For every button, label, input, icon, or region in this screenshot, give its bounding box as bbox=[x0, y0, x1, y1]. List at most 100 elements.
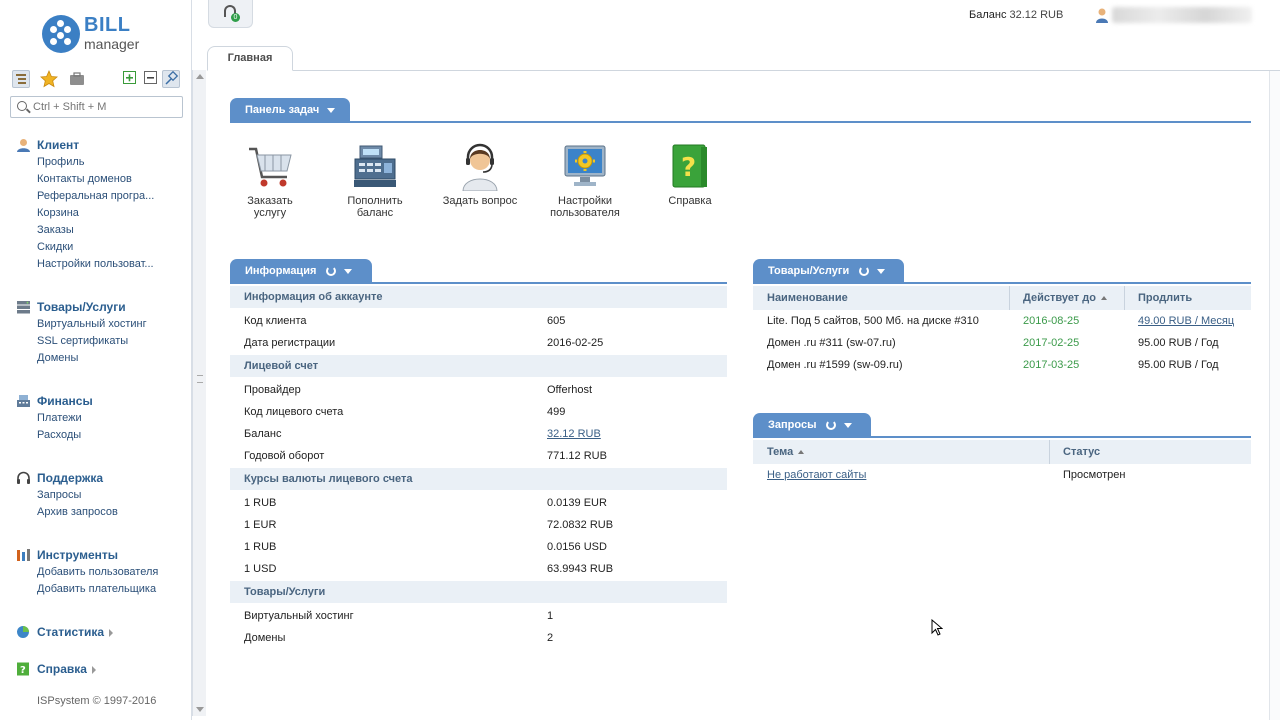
dropdown-caret-icon[interactable] bbox=[327, 107, 336, 113]
nav-item-discounts[interactable]: Скидки bbox=[16, 239, 186, 256]
briefcase-icon[interactable] bbox=[68, 70, 86, 88]
expand-all-icon[interactable] bbox=[122, 70, 140, 88]
cash-register-icon bbox=[352, 143, 398, 191]
dropdown-caret-icon[interactable] bbox=[344, 268, 353, 274]
collapse-all-icon[interactable] bbox=[143, 70, 161, 88]
nav-head-statistics[interactable]: Статистика bbox=[16, 623, 186, 641]
col-subject[interactable]: Тема bbox=[753, 440, 1050, 464]
refresh-icon[interactable] bbox=[326, 266, 337, 277]
nav-item-payments[interactable]: Платежи bbox=[16, 410, 186, 427]
main-scrollbar[interactable] bbox=[1269, 71, 1280, 720]
task-help[interactable]: ? Справка bbox=[645, 143, 735, 207]
table-row[interactable]: Домен .ru #311 (sw-07.ru) 2017-02-25 95.… bbox=[753, 332, 1251, 354]
topbar: 0 Баланс 32.12 RUB Главная bbox=[192, 0, 1280, 71]
nav-item-ssl[interactable]: SSL сертификаты bbox=[16, 333, 186, 350]
scroll-down-arrow-icon[interactable] bbox=[196, 707, 204, 712]
balance-display: Баланс 32.12 RUB bbox=[969, 9, 1063, 21]
task-order-service[interactable]: Заказать услугу bbox=[225, 143, 315, 219]
sidebar-toolbar bbox=[12, 69, 182, 90]
nav-item-domain-contacts[interactable]: Контакты доменов bbox=[16, 171, 186, 188]
info-panel-divider bbox=[230, 282, 727, 284]
sidebar-scrollbar[interactable] bbox=[192, 70, 206, 716]
info-row-virtual-hosting: Виртуальный хостинг 1 bbox=[244, 610, 554, 622]
refresh-icon[interactable] bbox=[826, 420, 837, 431]
nav-group-support: Поддержка Запросы Архив запросов bbox=[16, 469, 186, 521]
nav-item-orders[interactable]: Заказы bbox=[16, 222, 186, 239]
headset-icon bbox=[16, 471, 31, 485]
info-row-rate: 1 RUB 0.0139 EUR bbox=[244, 497, 607, 509]
nav-item-requests[interactable]: Запросы bbox=[16, 487, 186, 504]
support-headset-button[interactable]: 0 bbox=[208, 0, 253, 28]
nav-item-expenses[interactable]: Расходы bbox=[16, 427, 186, 444]
nav-item-domains[interactable]: Домены bbox=[16, 350, 186, 367]
notification-badge: 0 bbox=[231, 13, 240, 22]
nav-item-cart[interactable]: Корзина bbox=[16, 205, 186, 222]
task-top-up-balance[interactable]: Пополнить баланс bbox=[330, 143, 420, 219]
requests-panel-divider bbox=[753, 436, 1251, 438]
request-subject-link[interactable]: Не работают сайты bbox=[767, 464, 866, 486]
nav-head-tools[interactable]: Инструменты bbox=[16, 546, 186, 564]
balance-label: Баланс bbox=[969, 9, 1007, 21]
copyright: ISPsystem © 1997-2016 bbox=[37, 695, 157, 707]
services-panel-header[interactable]: Товары/Услуги bbox=[753, 259, 904, 283]
task-user-settings[interactable]: Настройки пользователя bbox=[540, 143, 630, 219]
user-icon bbox=[16, 138, 31, 152]
favorites-star-icon[interactable] bbox=[40, 69, 58, 88]
task-panel-header[interactable]: Панель задач bbox=[230, 98, 350, 122]
logo-text-manager: manager bbox=[84, 36, 140, 52]
user-avatar-icon[interactable] bbox=[1095, 7, 1109, 23]
scroll-up-arrow-icon[interactable] bbox=[196, 74, 204, 79]
col-valid-until[interactable]: Действует до bbox=[1009, 286, 1125, 310]
info-row-rate: 1 USD 63.9943 RUB bbox=[244, 563, 614, 575]
table-row[interactable]: Домен .ru #1599 (sw-09.ru) 2017-03-25 95… bbox=[753, 354, 1251, 376]
sidebar-search-input[interactable] bbox=[33, 99, 178, 115]
nav-item-referral[interactable]: Реферальная програ... bbox=[16, 188, 186, 205]
nav-item-user-settings[interactable]: Настройки пользоват... bbox=[16, 256, 186, 273]
nav-item-profile[interactable]: Профиль bbox=[16, 154, 186, 171]
table-row[interactable]: Не работают сайты Просмотрен bbox=[753, 464, 1251, 486]
nav-item-requests-archive[interactable]: Архив запросов bbox=[16, 504, 186, 521]
dropdown-caret-icon[interactable] bbox=[844, 422, 853, 428]
info-group-account: Информация об аккаунте bbox=[230, 286, 727, 308]
nav-item-add-user[interactable]: Добавить пользователя bbox=[16, 564, 186, 581]
table-row[interactable]: Lite. Под 5 сайтов, 500 Мб. на диске #31… bbox=[753, 310, 1251, 332]
nav-head-finance[interactable]: Финансы bbox=[16, 392, 186, 410]
nav-group-services: Товары/Услуги Виртуальный хостинг SSL се… bbox=[16, 298, 186, 367]
nav-head-client[interactable]: Клиент bbox=[16, 136, 186, 154]
sidebar-search[interactable] bbox=[10, 96, 183, 118]
cash-register-icon bbox=[16, 394, 31, 408]
requests-table-header: Тема Статус bbox=[753, 440, 1251, 464]
nav-head-help[interactable]: ? Справка bbox=[16, 660, 186, 678]
services-table-header: Наименование Действует до Продлить bbox=[753, 286, 1251, 310]
dropdown-caret-icon[interactable] bbox=[877, 268, 886, 274]
nav-head-services[interactable]: Товары/Услуги bbox=[16, 298, 186, 316]
nav-group-client: Клиент Профиль Контакты доменов Рефераль… bbox=[16, 136, 186, 273]
info-panel-header[interactable]: Информация bbox=[230, 259, 372, 283]
billmanager-logo[interactable]: BILL manager bbox=[42, 14, 162, 58]
pin-icon[interactable] bbox=[162, 70, 180, 88]
svg-text:?: ? bbox=[681, 153, 696, 183]
task-ask-question[interactable]: Задать вопрос bbox=[435, 143, 525, 207]
tab-main[interactable]: Главная bbox=[207, 46, 293, 71]
mouse-cursor-icon bbox=[931, 618, 944, 637]
info-row-rate: 1 RUB 0.0156 USD bbox=[244, 541, 607, 553]
nav-group-finance: Финансы Платежи Расходы bbox=[16, 392, 186, 444]
col-name[interactable]: Наименование bbox=[753, 286, 1010, 310]
tree-view-icon[interactable] bbox=[12, 70, 30, 88]
requests-panel-header[interactable]: Запросы bbox=[753, 413, 871, 437]
splitter-grip-icon[interactable] bbox=[197, 375, 203, 383]
expand-arrow-icon bbox=[109, 628, 114, 637]
help-book-icon: ? bbox=[667, 143, 713, 191]
col-renew[interactable]: Продлить bbox=[1124, 286, 1251, 310]
nav-head-support[interactable]: Поддержка bbox=[16, 469, 186, 487]
renew-link[interactable]: 49.00 RUB / Месяц bbox=[1138, 310, 1234, 332]
col-status[interactable]: Статус bbox=[1049, 440, 1251, 464]
pie-chart-icon bbox=[16, 625, 31, 639]
info-row-account-code: Код лицевого счета 499 bbox=[244, 406, 566, 418]
balance-link[interactable]: 32.12 RUB bbox=[547, 423, 601, 445]
user-name-blurred[interactable] bbox=[1112, 7, 1252, 23]
nav-item-add-payer[interactable]: Добавить плательщика bbox=[16, 581, 186, 598]
nav-item-virtual-hosting[interactable]: Виртуальный хостинг bbox=[16, 316, 186, 333]
refresh-icon[interactable] bbox=[859, 266, 870, 277]
nav-group-tools: Инструменты Добавить пользователя Добави… bbox=[16, 546, 186, 598]
